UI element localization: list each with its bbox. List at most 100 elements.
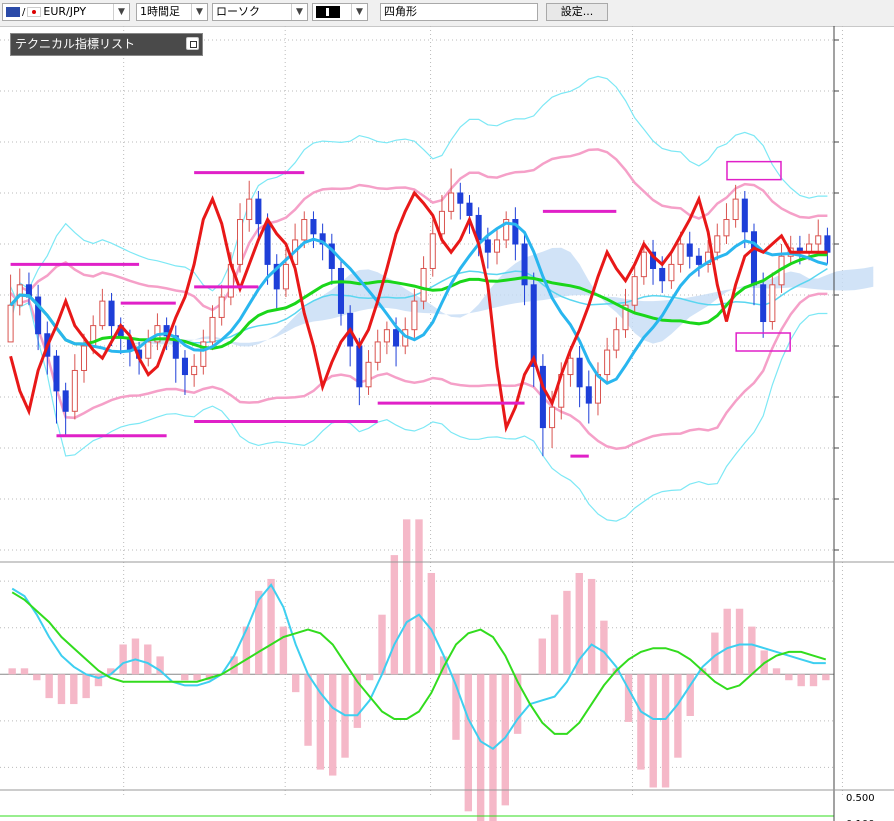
currency-pair-label: EUR/JPY bbox=[43, 5, 87, 18]
candle-body bbox=[356, 345, 363, 388]
candle-body bbox=[539, 365, 546, 429]
histogram-bar bbox=[304, 674, 312, 746]
technical-indicator-title: テクニカル指標リスト bbox=[15, 37, 136, 51]
histogram-bar bbox=[735, 608, 744, 675]
bb-upper-2 bbox=[9, 148, 828, 318]
candle-body bbox=[80, 345, 88, 371]
candle-body bbox=[760, 284, 767, 323]
bb-lower-2 bbox=[9, 292, 828, 450]
histogram-bar bbox=[365, 674, 374, 681]
candle-body bbox=[99, 300, 106, 327]
candle-body bbox=[659, 267, 666, 282]
histogram-bar bbox=[329, 674, 337, 776]
histogram-bar bbox=[70, 674, 78, 705]
shape-type-label: 四角形 bbox=[384, 5, 417, 18]
histogram-bar bbox=[378, 614, 386, 675]
histogram-bar bbox=[600, 620, 608, 675]
candle-body bbox=[237, 219, 244, 265]
histogram-bar bbox=[661, 674, 670, 788]
candle-body bbox=[145, 341, 152, 359]
histogram-bar bbox=[82, 674, 90, 699]
shape-type-field[interactable]: 四角形 bbox=[380, 3, 538, 21]
histogram-bar bbox=[822, 674, 830, 681]
histogram-bar bbox=[390, 555, 399, 675]
histogram-bar bbox=[748, 626, 756, 675]
candle-body bbox=[714, 235, 721, 253]
candle-body bbox=[824, 235, 831, 253]
currency-pair-select[interactable]: / EUR/JPY ▼ bbox=[2, 3, 130, 21]
candle-body bbox=[466, 202, 473, 216]
candle-body bbox=[191, 365, 198, 376]
chart-type-label: ローソク bbox=[216, 5, 260, 18]
candle-body bbox=[209, 316, 216, 343]
histogram-bar bbox=[809, 674, 818, 687]
histogram-bar bbox=[57, 674, 66, 705]
toolbar: / EUR/JPY ▼ 1時間足 ▼ ローソク ▼ ▼ 四角形 設定... bbox=[0, 0, 894, 27]
histogram-bar bbox=[33, 674, 41, 681]
candle-body bbox=[337, 267, 345, 314]
histogram-bar bbox=[402, 519, 411, 675]
histogram-bar bbox=[587, 578, 596, 675]
restore-icon[interactable] bbox=[186, 37, 199, 50]
candle-body bbox=[549, 406, 556, 429]
candle-body bbox=[631, 276, 638, 306]
chevron-down-icon[interactable]: ▼ bbox=[113, 4, 129, 20]
candle-body bbox=[255, 198, 262, 225]
histogram-bar bbox=[785, 674, 793, 681]
candle-body bbox=[282, 263, 289, 290]
highlight-box bbox=[726, 160, 782, 181]
candle-body bbox=[750, 231, 758, 286]
candle-body bbox=[7, 304, 14, 343]
settings-button[interactable]: 設定... bbox=[546, 3, 608, 21]
candle-body bbox=[310, 219, 317, 235]
drawing-tool-select[interactable]: ▼ bbox=[312, 3, 368, 21]
candle-body bbox=[484, 239, 491, 253]
histogram-bar bbox=[119, 644, 127, 675]
candle-body bbox=[576, 357, 583, 388]
price-chart[interactable]: 0.5000.100 bbox=[0, 26, 894, 821]
histogram-bar bbox=[279, 626, 288, 675]
candle-body bbox=[613, 329, 620, 351]
histogram-bar bbox=[181, 674, 189, 681]
timeframe-select[interactable]: 1時間足 ▼ bbox=[136, 3, 208, 21]
histogram-bar bbox=[8, 668, 16, 675]
histogram-bar bbox=[427, 572, 436, 675]
histogram-bar bbox=[464, 674, 473, 812]
chevron-down-icon[interactable]: ▼ bbox=[291, 4, 307, 20]
candle-body bbox=[604, 349, 611, 376]
grid bbox=[0, 26, 843, 796]
histogram-bar bbox=[550, 614, 559, 675]
candle-body bbox=[383, 329, 390, 343]
candle-body bbox=[374, 341, 381, 363]
candle-body bbox=[411, 300, 418, 331]
candle-body bbox=[567, 357, 574, 376]
flag-jp-icon bbox=[27, 7, 42, 17]
histogram-bar bbox=[674, 674, 682, 758]
histogram-bar bbox=[797, 674, 805, 687]
histogram-bar bbox=[772, 668, 781, 675]
candle-body bbox=[732, 198, 739, 221]
candle-body bbox=[420, 267, 427, 302]
histogram-bar bbox=[131, 638, 140, 675]
candle-body bbox=[438, 210, 445, 235]
settings-label: 設定... bbox=[560, 5, 594, 18]
technical-indicator-panel[interactable]: テクニカル指標リスト bbox=[10, 33, 203, 56]
candle-body bbox=[108, 300, 115, 327]
histogram-bar bbox=[637, 674, 645, 770]
histogram-bar bbox=[624, 674, 633, 722]
candle-body bbox=[181, 357, 188, 376]
candle-body bbox=[448, 192, 455, 212]
candle-body bbox=[429, 233, 436, 269]
chevron-down-icon[interactable]: ▼ bbox=[191, 4, 207, 20]
candle-body bbox=[677, 243, 684, 265]
candle-body bbox=[365, 361, 372, 388]
sub-tick-label: 0.500 bbox=[846, 793, 875, 804]
candle-body bbox=[686, 243, 693, 257]
candle-body bbox=[668, 263, 675, 282]
macd-panel: 0.5000.100 bbox=[0, 519, 875, 821]
chart-type-select[interactable]: ローソク ▼ bbox=[212, 3, 308, 21]
histogram-bar bbox=[563, 590, 571, 675]
candle-body bbox=[218, 296, 225, 318]
chevron-down-icon[interactable]: ▼ bbox=[351, 4, 367, 20]
candle-icon bbox=[316, 6, 340, 18]
